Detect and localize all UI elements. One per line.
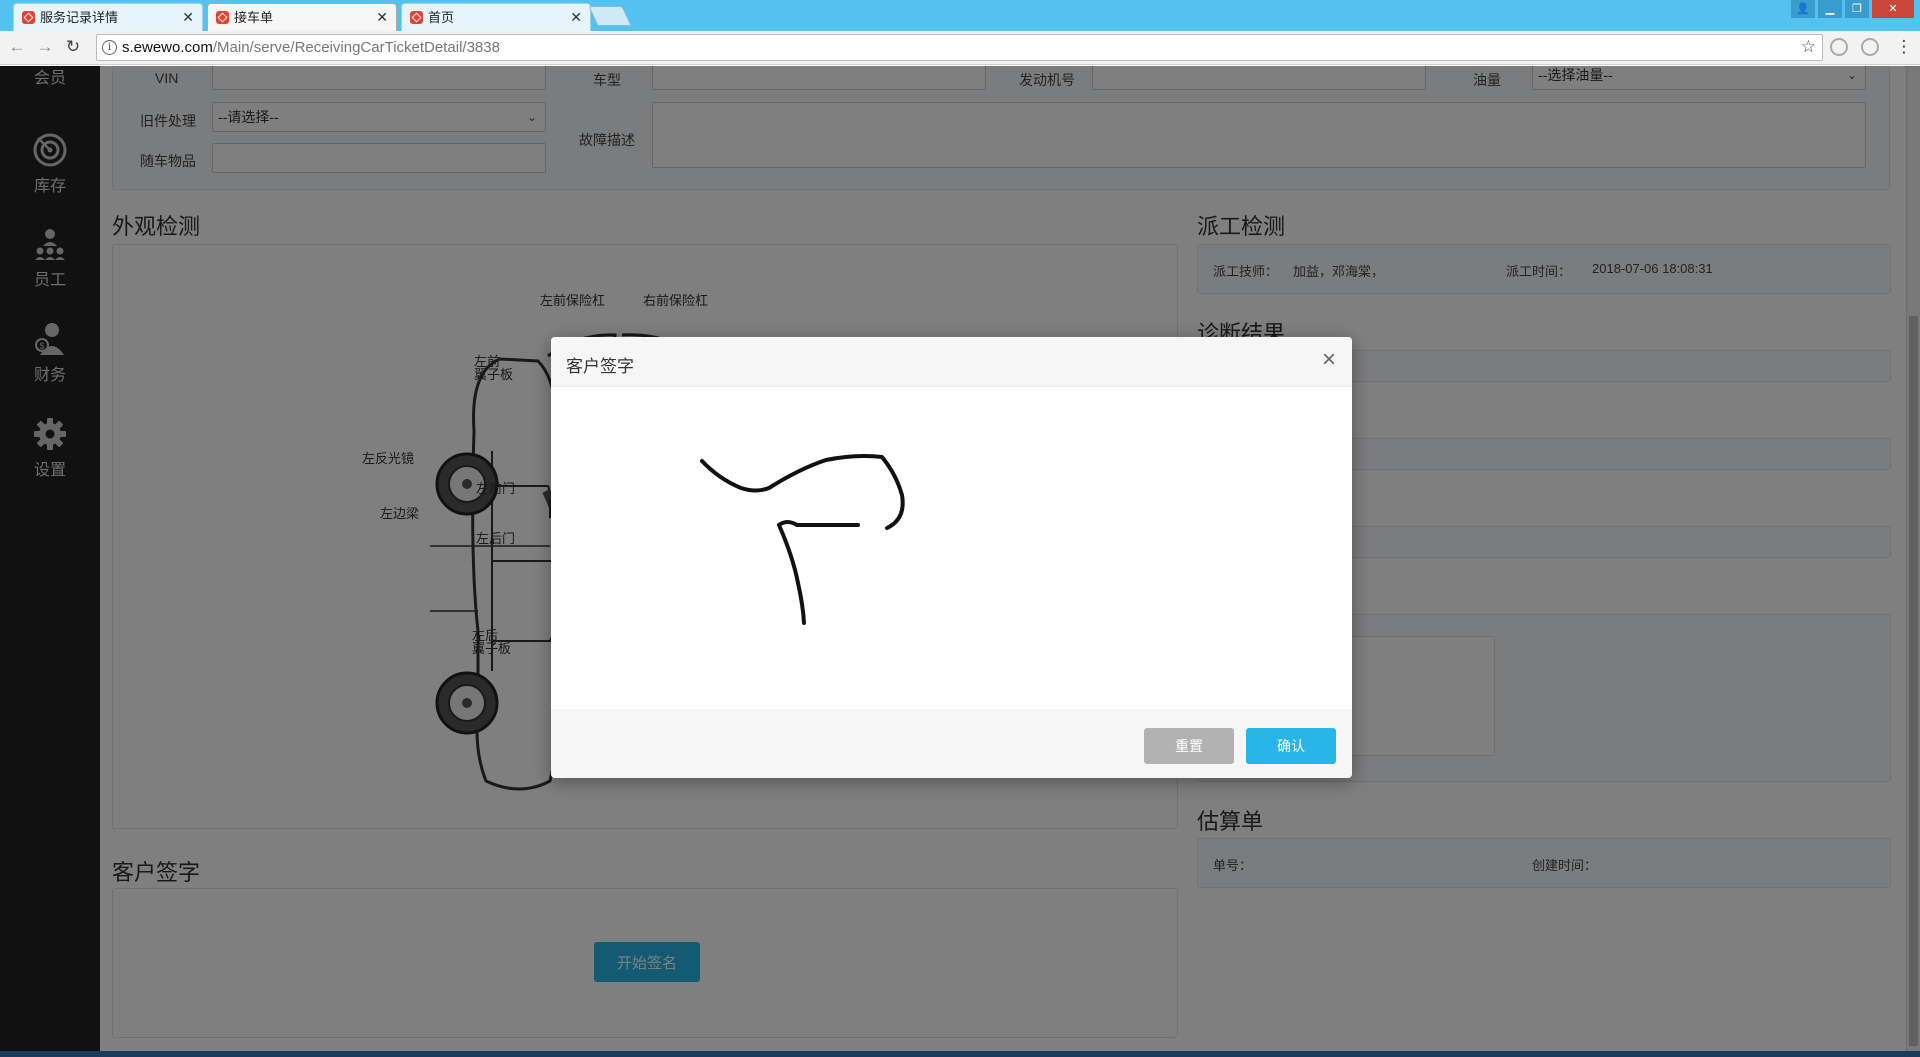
reset-button[interactable]: 重置 [1144, 728, 1234, 764]
browser-menu-icon[interactable]: ⋮ [1893, 36, 1915, 58]
tab-label: 接车单 [234, 10, 274, 25]
dialog-title: 客户签字 [566, 357, 634, 376]
bookmark-star-icon[interactable]: ☆ [1801, 37, 1816, 57]
close-icon[interactable]: × [1322, 348, 1336, 372]
site-info-icon[interactable]: i [102, 40, 117, 55]
close-window-button[interactable]: ✕ [1872, 0, 1914, 18]
minimize-window-button[interactable]: ▁ [1818, 0, 1842, 18]
address-bar[interactable]: i s.ewewo.com/Main/serve/ReceivingCarTic… [96, 34, 1823, 61]
site-favicon-icon [410, 11, 423, 24]
tab-label: 服务记录详情 [40, 10, 119, 25]
browser-tab-strip: 服务记录详情 ✕ 接车单 ✕ 首页 ✕ 👤 ▁ ❐ ✕ [0, 0, 1920, 31]
tab-home[interactable]: 首页 ✕ [401, 3, 591, 31]
browser-toolbar: ← → ↻ i s.ewewo.com/Main/serve/Receiving… [0, 31, 1920, 65]
profile-icon[interactable]: 👤 [1791, 0, 1815, 18]
tab-service-record[interactable]: 服务记录详情 ✕ [13, 3, 203, 31]
os-taskbar [0, 1051, 1920, 1057]
confirm-button[interactable]: 确认 [1246, 728, 1336, 764]
extension-icon[interactable] [1861, 38, 1879, 56]
site-favicon-icon [22, 11, 35, 24]
tab-label: 首页 [428, 10, 455, 25]
url-text: s.ewewo.com/Main/serve/ReceivingCarTicke… [122, 39, 500, 56]
signature-stroke-icon [700, 454, 905, 625]
back-arrow-icon[interactable]: ← [6, 36, 28, 58]
dialog-header: 客户签字 × [551, 337, 1352, 387]
signature-dialog: 客户签字 × 重置 确认 [551, 337, 1352, 778]
site-favicon-icon [216, 11, 229, 24]
close-tab-icon[interactable]: ✕ [376, 4, 388, 31]
reload-icon[interactable]: ↻ [62, 36, 84, 58]
dialog-footer: 重置 确认 [551, 709, 1352, 778]
extension-icon[interactable] [1830, 38, 1848, 56]
restore-window-button[interactable]: ❐ [1845, 0, 1869, 18]
close-tab-icon[interactable]: ✕ [182, 4, 194, 31]
signature-canvas[interactable] [551, 387, 1352, 709]
tab-receiving-ticket[interactable]: 接车单 ✕ [207, 3, 397, 31]
forward-arrow-icon[interactable]: → [34, 36, 56, 58]
close-tab-icon[interactable]: ✕ [570, 4, 582, 31]
new-tab-button[interactable] [588, 6, 632, 26]
